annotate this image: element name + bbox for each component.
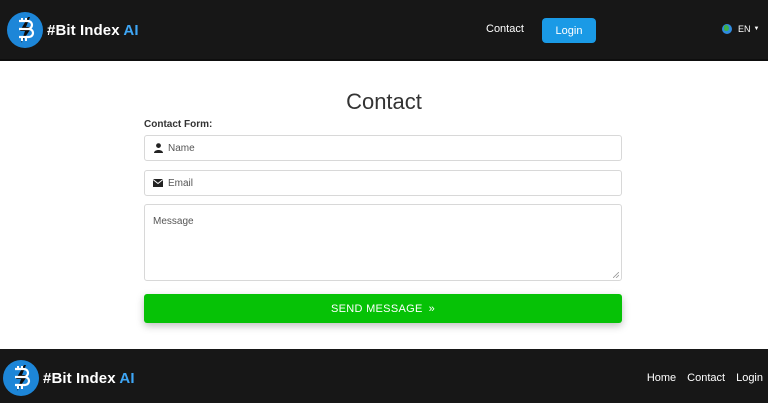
- name-placeholder: Name: [168, 142, 195, 154]
- brand-logo[interactable]: #Bit Index AI: [7, 12, 139, 48]
- footer-logo-icon: [3, 360, 39, 396]
- footer-nav: Home Contact Login: [636, 372, 763, 384]
- globe-icon: [722, 24, 732, 34]
- footer: #Bit Index AI Home Contact Login: [0, 349, 768, 403]
- message-placeholder: Message: [153, 216, 194, 227]
- logo-text: #Bit Index AI: [47, 22, 139, 39]
- caret-down-icon: ▼: [753, 26, 760, 32]
- login-button[interactable]: Login: [542, 18, 596, 43]
- email-field[interactable]: Email: [144, 170, 622, 196]
- footer-logo-text: #Bit Index AI: [43, 370, 135, 387]
- logo-icon: [7, 12, 43, 48]
- message-textarea[interactable]: Message: [144, 204, 622, 281]
- nav-contact-link[interactable]: Contact: [486, 23, 524, 35]
- send-label: SEND MESSAGE: [330, 302, 423, 315]
- email-placeholder: Email: [168, 177, 194, 189]
- logo-suffix: AI: [123, 21, 139, 39]
- footer-link-home[interactable]: Home: [647, 372, 676, 384]
- resize-handle-icon[interactable]: [613, 272, 619, 278]
- envelope-icon: [148, 179, 168, 187]
- double-chevron-right-icon: »: [428, 302, 436, 315]
- footer-link-contact[interactable]: Contact: [687, 372, 725, 384]
- language-selector[interactable]: EN ▼: [722, 24, 759, 34]
- language-label: EN: [738, 24, 751, 34]
- footer-logo-suffix: AI: [119, 369, 135, 387]
- logo-prefix: #Bit Index: [47, 21, 120, 39]
- user-icon: [148, 143, 168, 153]
- name-field[interactable]: Name: [144, 135, 622, 161]
- footer-logo-prefix: #Bit Index: [43, 369, 116, 387]
- footer-logo[interactable]: #Bit Index AI: [3, 360, 135, 396]
- footer-link-login[interactable]: Login: [736, 372, 763, 384]
- top-header: #Bit Index AI Contact Login EN ▼: [0, 0, 768, 61]
- send-message-button[interactable]: SEND MESSAGE »: [144, 294, 622, 323]
- form-label: Contact Form:: [144, 119, 213, 130]
- page-title: Contact: [346, 89, 422, 114]
